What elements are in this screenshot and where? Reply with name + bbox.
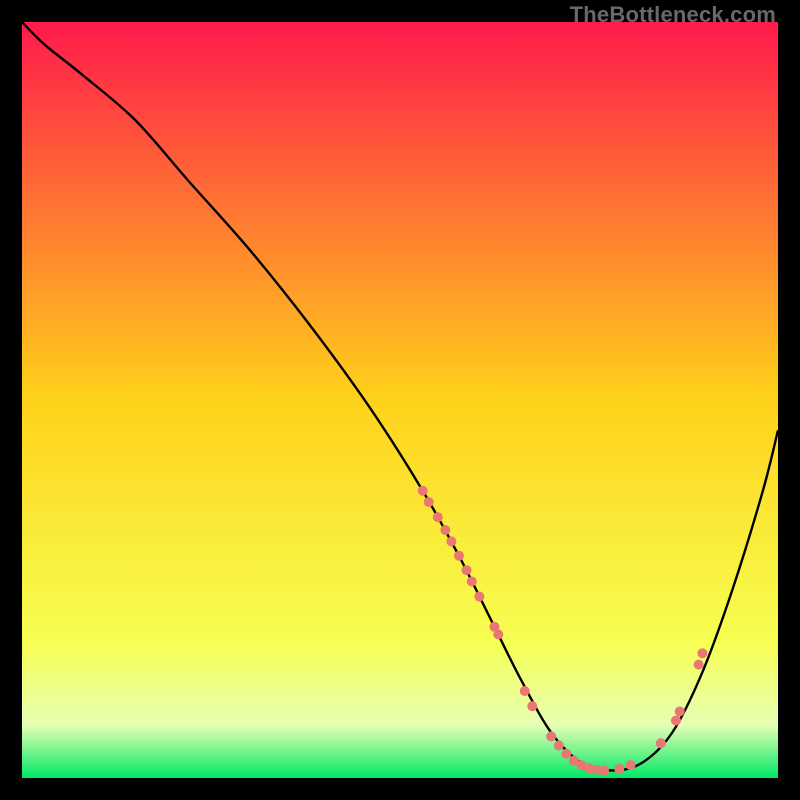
gradient-background	[22, 22, 778, 778]
highlight-point	[554, 740, 564, 750]
chart-frame	[22, 22, 778, 778]
highlight-point	[446, 536, 456, 546]
highlight-point	[474, 592, 484, 602]
highlight-point	[520, 686, 530, 696]
highlight-point	[561, 749, 571, 759]
bottleneck-chart	[22, 22, 778, 778]
highlight-point	[671, 716, 681, 726]
highlight-point	[467, 576, 477, 586]
highlight-point	[454, 551, 464, 561]
highlight-point	[614, 764, 624, 774]
highlight-point	[462, 565, 472, 575]
watermark-label: TheBottleneck.com	[570, 2, 776, 28]
highlight-point	[675, 706, 685, 716]
highlight-point	[546, 731, 556, 741]
highlight-point	[493, 629, 503, 639]
highlight-point	[656, 738, 666, 748]
highlight-point	[599, 765, 609, 775]
highlight-point	[527, 701, 537, 711]
highlight-point	[694, 660, 704, 670]
highlight-point	[433, 512, 443, 522]
highlight-point	[626, 760, 636, 770]
highlight-point	[697, 648, 707, 658]
highlight-point	[424, 497, 434, 507]
highlight-point	[440, 525, 450, 535]
highlight-point	[418, 486, 428, 496]
